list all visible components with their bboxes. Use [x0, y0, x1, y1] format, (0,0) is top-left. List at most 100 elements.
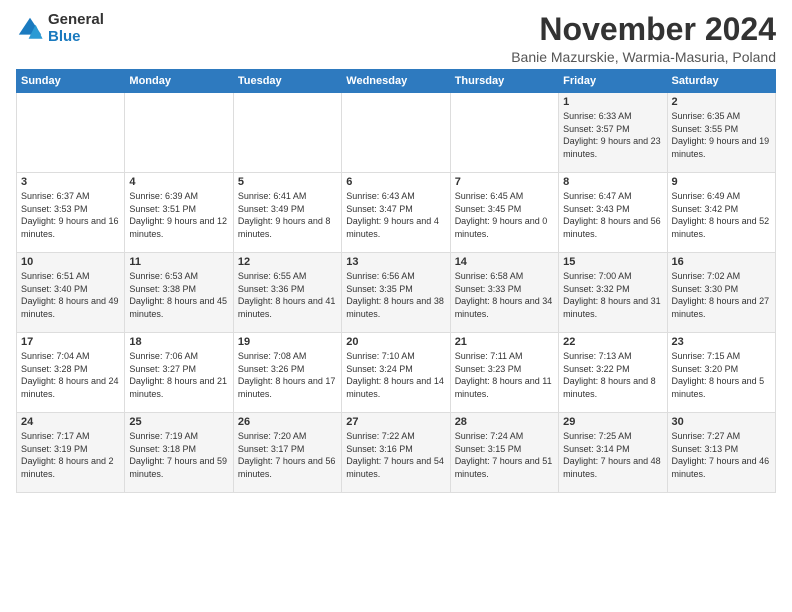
calendar-cell: 15 Sunrise: 7:00 AM Sunset: 3:32 PM Dayli… — [559, 253, 667, 333]
day-info: Sunrise: 6:56 AM Sunset: 3:35 PM Dayligh… — [346, 270, 445, 320]
day-number: 3 — [21, 176, 120, 188]
calendar-cell: 1 Sunrise: 6:33 AM Sunset: 3:57 PM Daylig… — [559, 93, 667, 173]
day-number: 14 — [455, 256, 554, 268]
day-number: 1 — [563, 96, 662, 108]
calendar-cell: 11 Sunrise: 6:53 AM Sunset: 3:38 PM Dayli… — [125, 253, 233, 333]
calendar-cell: 20 Sunrise: 7:10 AM Sunset: 3:24 PM Dayli… — [342, 333, 450, 413]
day-info: Sunrise: 6:37 AM Sunset: 3:53 PM Dayligh… — [21, 190, 120, 240]
calendar-cell: 26Sunrise: 7:20 AM Sunset: 3:17 PM Dayli… — [233, 413, 341, 493]
header: General Blue November 2024 Banie Mazursk… — [16, 12, 776, 65]
day-number: 29 — [563, 416, 662, 428]
day-info: Sunrise: 6:58 AM Sunset: 3:33 PM Dayligh… — [455, 270, 554, 320]
day-info: Sunrise: 6:51 AM Sunset: 3:40 PM Dayligh… — [21, 270, 120, 320]
calendar-cell — [233, 93, 341, 173]
calendar-cell: 10 Sunrise: 6:51 AM Sunset: 3:40 PM Dayli… — [17, 253, 125, 333]
header-saturday: Saturday — [667, 70, 775, 93]
calendar-cell: 6 Sunrise: 6:43 AM Sunset: 3:47 PM Daylig… — [342, 173, 450, 253]
day-info: Sunrise: 7:19 AM Sunset: 3:18 PM Dayligh… — [129, 430, 228, 480]
day-number: 27 — [346, 416, 445, 428]
day-number: 23 — [672, 336, 771, 348]
header-tuesday: Tuesday — [233, 70, 341, 93]
day-number: 9 — [672, 176, 771, 188]
calendar-week-1: 1 Sunrise: 6:33 AM Sunset: 3:57 PM Daylig… — [17, 93, 776, 173]
calendar-cell: 18 Sunrise: 7:06 AM Sunset: 3:27 PM Dayli… — [125, 333, 233, 413]
calendar-cell — [342, 93, 450, 173]
calendar-cell: 5Sunrise: 6:41 AM Sunset: 3:49 PM Daylig… — [233, 173, 341, 253]
day-number: 28 — [455, 416, 554, 428]
day-info: Sunrise: 7:08 AM Sunset: 3:26 PM Dayligh… — [238, 350, 337, 400]
day-info: Sunrise: 6:53 AM Sunset: 3:38 PM Dayligh… — [129, 270, 228, 320]
calendar-cell: 30Sunrise: 7:27 AM Sunset: 3:13 PM Dayli… — [667, 413, 775, 493]
logo-text: General Blue — [48, 12, 104, 45]
day-number: 4 — [129, 176, 228, 188]
day-number: 30 — [672, 416, 771, 428]
day-number: 26 — [238, 416, 337, 428]
day-number: 10 — [21, 256, 120, 268]
calendar-cell — [17, 93, 125, 173]
location-title: Banie Mazurskie, Warmia-Masuria, Poland — [511, 49, 776, 65]
calendar-cell: 7 Sunrise: 6:45 AM Sunset: 3:45 PM Daylig… — [450, 173, 558, 253]
day-info: Sunrise: 7:22 AM Sunset: 3:16 PM Dayligh… — [346, 430, 445, 480]
day-info: Sunrise: 6:55 AM Sunset: 3:36 PM Dayligh… — [238, 270, 337, 320]
logo: General Blue — [16, 12, 104, 45]
header-sunday: Sunday — [17, 70, 125, 93]
day-info: Sunrise: 7:00 AM Sunset: 3:32 PM Dayligh… — [563, 270, 662, 320]
day-number: 7 — [455, 176, 554, 188]
day-info: Sunrise: 7:25 AM Sunset: 3:14 PM Dayligh… — [563, 430, 662, 480]
day-number: 21 — [455, 336, 554, 348]
day-info: Sunrise: 7:24 AM Sunset: 3:15 PM Dayligh… — [455, 430, 554, 480]
day-number: 11 — [129, 256, 228, 268]
day-info: Sunrise: 6:43 AM Sunset: 3:47 PM Dayligh… — [346, 190, 445, 240]
calendar-week-3: 10 Sunrise: 6:51 AM Sunset: 3:40 PM Dayli… — [17, 253, 776, 333]
calendar-cell: 21Sunrise: 7:11 AM Sunset: 3:23 PM Dayli… — [450, 333, 558, 413]
calendar-cell: 9 Sunrise: 6:49 AM Sunset: 3:42 PM Daylig… — [667, 173, 775, 253]
day-info: Sunrise: 7:02 AM Sunset: 3:30 PM Dayligh… — [672, 270, 771, 320]
title-block: November 2024 Banie Mazurskie, Warmia-Ma… — [511, 12, 776, 65]
calendar-cell: 2Sunrise: 6:35 AM Sunset: 3:55 PM Daylig… — [667, 93, 775, 173]
calendar-cell: 23 Sunrise: 7:15 AM Sunset: 3:20 PM Dayli… — [667, 333, 775, 413]
day-number: 12 — [238, 256, 337, 268]
logo-icon — [16, 15, 44, 43]
calendar-week-2: 3 Sunrise: 6:37 AM Sunset: 3:53 PM Daylig… — [17, 173, 776, 253]
calendar-cell: 14 Sunrise: 6:58 AM Sunset: 3:33 PM Dayli… — [450, 253, 558, 333]
page-container: General Blue November 2024 Banie Mazursk… — [0, 0, 792, 501]
day-info: Sunrise: 6:49 AM Sunset: 3:42 PM Dayligh… — [672, 190, 771, 240]
day-info: Sunrise: 6:35 AM Sunset: 3:55 PM Dayligh… — [672, 110, 771, 160]
day-info: Sunrise: 7:06 AM Sunset: 3:27 PM Dayligh… — [129, 350, 228, 400]
day-info: Sunrise: 6:33 AM Sunset: 3:57 PM Dayligh… — [563, 110, 662, 160]
weekday-header-row: Sunday Monday Tuesday Wednesday Thursday… — [17, 70, 776, 93]
calendar-cell: 16Sunrise: 7:02 AM Sunset: 3:30 PM Dayli… — [667, 253, 775, 333]
calendar-cell: 22Sunrise: 7:13 AM Sunset: 3:22 PM Dayli… — [559, 333, 667, 413]
month-title: November 2024 — [511, 12, 776, 47]
calendar-cell: 12 Sunrise: 6:55 AM Sunset: 3:36 PM Dayli… — [233, 253, 341, 333]
header-friday: Friday — [559, 70, 667, 93]
day-number: 15 — [563, 256, 662, 268]
day-info: Sunrise: 6:39 AM Sunset: 3:51 PM Dayligh… — [129, 190, 228, 240]
calendar-cell: 29 Sunrise: 7:25 AM Sunset: 3:14 PM Dayli… — [559, 413, 667, 493]
day-number: 20 — [346, 336, 445, 348]
day-info: Sunrise: 7:15 AM Sunset: 3:20 PM Dayligh… — [672, 350, 771, 400]
calendar-cell: 27 Sunrise: 7:22 AM Sunset: 3:16 PM Dayli… — [342, 413, 450, 493]
calendar-cell: 4 Sunrise: 6:39 AM Sunset: 3:51 PM Daylig… — [125, 173, 233, 253]
day-info: Sunrise: 7:10 AM Sunset: 3:24 PM Dayligh… — [346, 350, 445, 400]
day-info: Sunrise: 7:04 AM Sunset: 3:28 PM Dayligh… — [21, 350, 120, 400]
calendar-cell: 19 Sunrise: 7:08 AM Sunset: 3:26 PM Dayli… — [233, 333, 341, 413]
calendar-cell — [125, 93, 233, 173]
day-info: Sunrise: 6:45 AM Sunset: 3:45 PM Dayligh… — [455, 190, 554, 240]
calendar-cell: 17 Sunrise: 7:04 AM Sunset: 3:28 PM Dayli… — [17, 333, 125, 413]
header-wednesday: Wednesday — [342, 70, 450, 93]
day-number: 19 — [238, 336, 337, 348]
calendar-cell: 28 Sunrise: 7:24 AM Sunset: 3:15 PM Dayli… — [450, 413, 558, 493]
calendar-week-5: 24Sunrise: 7:17 AM Sunset: 3:19 PM Dayli… — [17, 413, 776, 493]
calendar-cell: 24Sunrise: 7:17 AM Sunset: 3:19 PM Dayli… — [17, 413, 125, 493]
day-info: Sunrise: 7:17 AM Sunset: 3:19 PM Dayligh… — [21, 430, 120, 480]
day-number: 17 — [21, 336, 120, 348]
day-info: Sunrise: 6:47 AM Sunset: 3:43 PM Dayligh… — [563, 190, 662, 240]
calendar-table: Sunday Monday Tuesday Wednesday Thursday… — [16, 69, 776, 493]
day-number: 6 — [346, 176, 445, 188]
day-number: 18 — [129, 336, 228, 348]
calendar-cell — [450, 93, 558, 173]
calendar-week-4: 17 Sunrise: 7:04 AM Sunset: 3:28 PM Dayli… — [17, 333, 776, 413]
calendar-cell: 8Sunrise: 6:47 AM Sunset: 3:43 PM Daylig… — [559, 173, 667, 253]
header-thursday: Thursday — [450, 70, 558, 93]
